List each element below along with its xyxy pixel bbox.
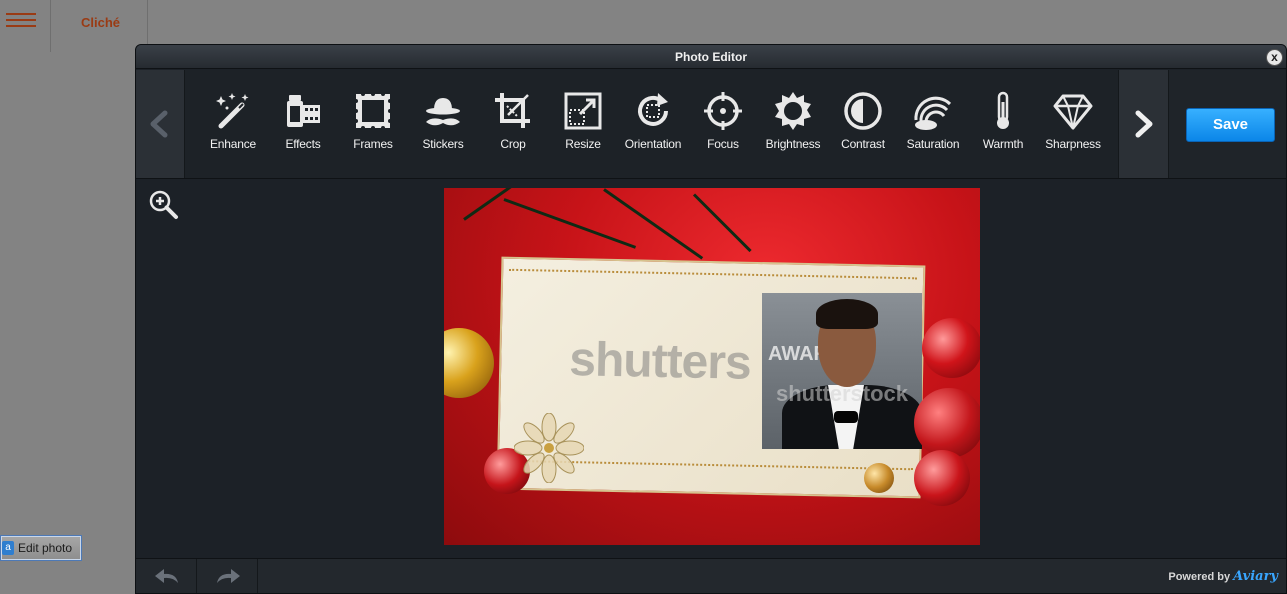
editor-title: Photo Editor — [675, 50, 747, 64]
rainbow-icon — [914, 96, 952, 130]
tool-focus[interactable]: Focus — [688, 90, 758, 151]
bow-tie — [834, 411, 858, 423]
mustache-hat-icon — [426, 98, 460, 126]
powered-by-label: Powered by — [1168, 571, 1231, 583]
tool-label: Frames — [353, 137, 393, 151]
magic-wand-icon — [216, 93, 249, 129]
tool-label: Resize — [565, 137, 601, 151]
tool-contrast[interactable]: Contrast — [828, 90, 898, 151]
pine-branch — [463, 188, 555, 221]
redo-icon — [217, 569, 240, 583]
tool-warmth[interactable]: Warmth — [968, 90, 1038, 151]
tool-orientation[interactable]: Orientation — [618, 90, 688, 151]
red-ornament — [922, 318, 980, 378]
tool-label: Contrast — [841, 137, 885, 151]
portrait-photo: AWAR shutterstock — [762, 293, 922, 449]
tool-enhance[interactable]: Enhance — [198, 90, 268, 151]
red-ornament — [914, 388, 980, 458]
edit-photo-label: Edit photo — [18, 541, 73, 555]
tool-label: Orientation — [624, 137, 682, 151]
tool-label: Brightness — [765, 137, 821, 151]
pine-branch — [603, 188, 704, 260]
photo-editor-dialog: Photo Editor x Enhance Effects Frames St… — [135, 44, 1287, 594]
tool-resize[interactable]: Resize — [548, 90, 618, 151]
thermometer-icon — [997, 91, 1009, 129]
tool-frames[interactable]: Frames — [338, 90, 408, 151]
header-divider — [50, 0, 51, 52]
rotate-icon — [638, 93, 668, 126]
diamond-icon — [1053, 94, 1093, 130]
tool-brightness[interactable]: Brightness — [758, 90, 828, 151]
image-canvas: shutters AWAR shutterstock — [136, 180, 1286, 560]
aviary-logo: Aviary — [1233, 569, 1278, 584]
tool-label: Stickers — [422, 137, 464, 151]
gold-ornament — [444, 328, 494, 398]
pine-branch — [503, 198, 637, 249]
tool-saturation[interactable]: Saturation — [898, 90, 968, 151]
editor-titlebar: Photo Editor x — [136, 45, 1286, 69]
hamburger-menu-icon[interactable] — [6, 13, 36, 29]
tool-label: Effects — [285, 137, 321, 151]
save-button[interactable]: Save — [1186, 108, 1275, 142]
tool-label: Warmth — [982, 137, 1024, 151]
redo-button[interactable] — [197, 559, 258, 593]
tool-sharpness[interactable]: Sharpness — [1038, 90, 1108, 151]
zoom-in-button[interactable] — [147, 188, 179, 220]
target-icon — [704, 92, 742, 130]
watermark-text: shutters — [568, 333, 752, 390]
pine-branch — [692, 193, 752, 253]
tool-label: Sharpness — [1045, 137, 1101, 151]
chevron-right-icon — [1135, 110, 1153, 138]
tool-stickers[interactable]: Stickers — [408, 90, 478, 151]
close-button[interactable]: x — [1266, 49, 1283, 66]
watermark-text: shutterstock — [776, 381, 909, 406]
save-panel: Save — [1168, 70, 1286, 178]
header-divider — [147, 0, 148, 44]
film-icon — [287, 95, 320, 127]
app-title: Cliché — [81, 15, 121, 30]
contrast-icon — [844, 92, 882, 130]
red-ornament — [914, 450, 970, 506]
undo-icon — [155, 569, 178, 583]
tool-list: Enhance Effects Frames Stickers Crop Res… — [198, 90, 1108, 151]
tool-label: Crop — [500, 137, 526, 151]
scroll-left-button[interactable] — [136, 70, 185, 178]
tool-strip: Enhance Effects Frames Stickers Crop Res… — [136, 70, 1286, 179]
edit-photo-button[interactable]: a Edit photo — [0, 535, 82, 561]
frame-icon — [354, 92, 392, 130]
sun-icon — [775, 92, 811, 130]
chevron-left-icon — [150, 110, 168, 138]
aviary-icon: a — [2, 541, 14, 555]
gold-ornament — [864, 463, 894, 493]
star-garland — [509, 268, 918, 286]
poinsettia-decoration — [514, 413, 584, 483]
zoom-in-icon — [149, 190, 178, 219]
photo-preview[interactable]: shutters AWAR shutterstock — [444, 188, 980, 545]
tool-label: Focus — [707, 137, 739, 151]
scroll-right-button[interactable] — [1118, 70, 1168, 178]
crop-icon — [495, 93, 530, 128]
resize-icon — [564, 92, 602, 130]
tool-label: Enhance — [210, 137, 256, 151]
undo-button[interactable] — [136, 559, 197, 593]
tool-crop[interactable]: Crop — [478, 90, 548, 151]
editor-footer: Powered by Aviary — [136, 558, 1286, 593]
hair — [816, 299, 878, 329]
powered-by: Powered by Aviary — [1168, 569, 1278, 584]
tool-label: Saturation — [906, 137, 960, 151]
tool-effects[interactable]: Effects — [268, 90, 338, 151]
